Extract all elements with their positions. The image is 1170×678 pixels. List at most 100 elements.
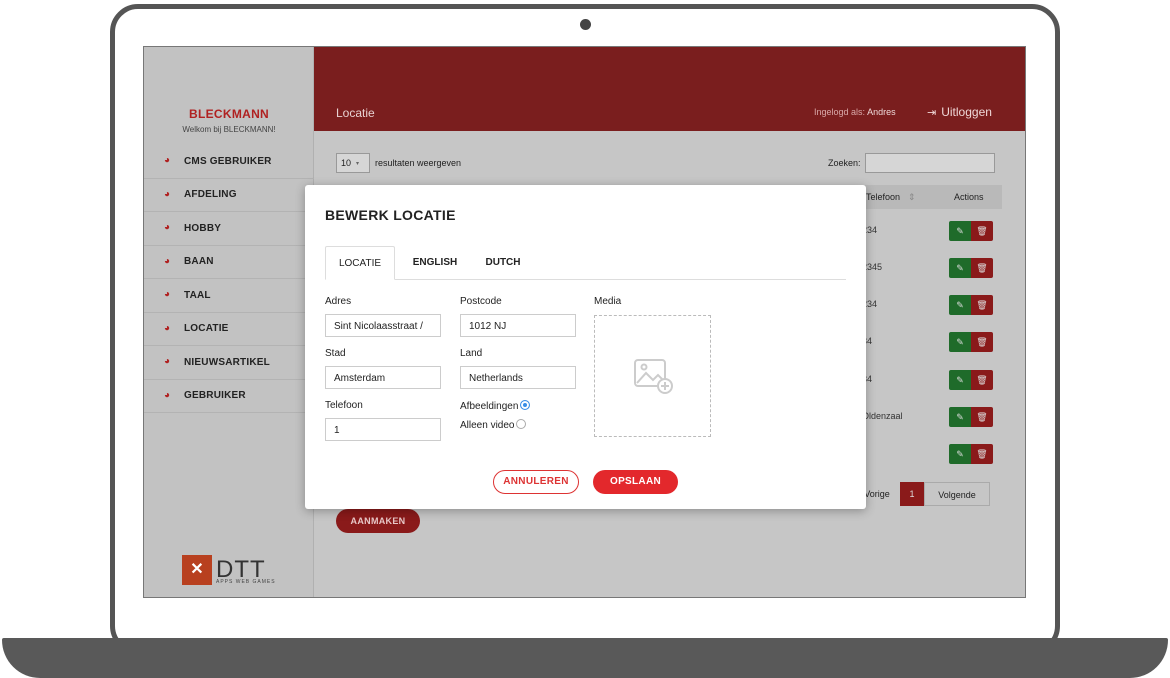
dashboard-icon: ◕: [164, 322, 171, 334]
column-header-phone-label: Telefoon: [866, 192, 901, 202]
sidebar-item-label: BAAN: [184, 256, 214, 268]
page-length-value: 10: [341, 158, 352, 168]
tab-locatie[interactable]: LOCATIE: [325, 246, 395, 280]
chevron-down-icon: ▾: [356, 160, 360, 167]
telefoon-field[interactable]: 1: [325, 418, 441, 441]
row-actions: ✎ 🗑: [949, 407, 993, 427]
create-button[interactable]: AANMAKEN: [336, 509, 420, 533]
page-length-select[interactable]: 10 ▾: [336, 153, 370, 173]
logout-button[interactable]: ⇥ Uitloggen: [927, 105, 992, 119]
sidebar-item-gebruiker[interactable]: ◕ GEBRUIKER: [144, 380, 314, 413]
next-page-button[interactable]: Volgende: [924, 482, 990, 506]
dashboard-icon: ◕: [164, 356, 171, 368]
radio-video[interactable]: Alleen video: [460, 419, 527, 431]
page-1-button[interactable]: 1: [900, 482, 924, 506]
edit-button[interactable]: ✎: [949, 370, 971, 390]
sidebar-item-label: TAAL: [184, 289, 211, 301]
sidebar: BLECKMANN Welkom bij BLECKMANN! ◕ CMS GEB…: [144, 47, 314, 597]
delete-button[interactable]: 🗑: [971, 332, 993, 352]
search-input[interactable]: [864, 153, 995, 173]
dashboard-icon: ◕: [164, 155, 171, 167]
sidebar-item-label: GEBRUIKER: [184, 390, 246, 402]
edit-button[interactable]: ✎: [949, 332, 971, 352]
row-actions: ✎ 🗑: [949, 221, 993, 241]
edit-location-modal: BEWERK LOCATIE LOCATIE ENGLISH DUTCH Adr…: [305, 185, 866, 509]
delete-button[interactable]: 🗑: [971, 370, 993, 390]
dtt-logo-text: DTT: [216, 556, 266, 583]
save-button[interactable]: OPSLAAN: [593, 470, 678, 494]
radio-video-label: Alleen video: [460, 420, 515, 431]
table-cell: Oldenzaal: [862, 411, 903, 421]
telefoon-label: Telefoon: [325, 400, 363, 411]
edit-button[interactable]: ✎: [949, 444, 971, 464]
row-actions: ✎ 🗑: [949, 444, 993, 464]
edit-button[interactable]: ✎: [949, 295, 971, 315]
row-actions: ✎ 🗑: [949, 258, 993, 278]
edit-button[interactable]: ✎: [949, 407, 971, 427]
dtt-logo: ✕ DTT APPS WEB GAMES: [182, 555, 275, 585]
sidebar-item-label: LOCATIE: [184, 323, 229, 335]
sidebar-item-label: CMS GEBRUIKER: [184, 155, 272, 167]
media-dropzone[interactable]: [594, 315, 711, 437]
page-title: Locatie: [336, 106, 375, 120]
dashboard-icon: ◕: [164, 255, 171, 267]
tab-english[interactable]: ENGLISH: [405, 246, 465, 280]
brand-name: BLECKMANN: [188, 107, 270, 121]
laptop-base: [2, 638, 1168, 678]
adres-label: Adres: [325, 296, 352, 307]
delete-button[interactable]: 🗑: [971, 295, 993, 315]
tab-dutch[interactable]: DUTCH: [475, 246, 531, 280]
sidebar-item-nieuwsartikel[interactable]: ◕ NIEUWSARTIKEL: [144, 346, 314, 380]
radio-selected-icon: [520, 400, 531, 410]
app-screen: BLECKMANN Welkom bij BLECKMANN! ◕ CMS GEB…: [143, 46, 1026, 598]
dashboard-icon: ◕: [164, 389, 171, 401]
sidebar-item-hobby[interactable]: ◕ HOBBY: [144, 212, 314, 246]
edit-button[interactable]: ✎: [949, 221, 971, 241]
search-label: Zoeken:: [828, 158, 861, 168]
edit-button[interactable]: ✎: [949, 258, 971, 278]
page-length-label: resultaten weergeven: [375, 158, 462, 168]
postcode-field[interactable]: 1012 NJ: [460, 314, 576, 337]
stad-field[interactable]: Amsterdam: [325, 366, 441, 389]
sidebar-item-taal[interactable]: ◕ TAAL: [144, 279, 314, 313]
postcode-label: Postcode: [460, 296, 502, 307]
row-actions: ✎ 🗑: [949, 332, 993, 352]
top-bar: Locatie Ingelogd als: Andres ⇥ Uitloggen: [314, 47, 1025, 131]
sidebar-item-cms-gebruiker[interactable]: ◕ CMS GEBRUIKER: [144, 145, 314, 179]
delete-button[interactable]: 🗑: [971, 221, 993, 241]
sidebar-item-label: HOBBY: [184, 222, 222, 234]
modal-title: BEWERK LOCATIE: [325, 207, 456, 223]
logged-in-text: Ingelogd als: Andres: [814, 107, 896, 117]
delete-button[interactable]: 🗑: [971, 407, 993, 427]
radio-images[interactable]: Afbeeldingen: [460, 400, 531, 412]
radio-unselected-icon: [516, 419, 527, 429]
cancel-button[interactable]: ANNULEREN: [493, 470, 579, 494]
row-actions: ✎ 🗑: [949, 295, 993, 315]
land-field[interactable]: Netherlands: [460, 366, 576, 389]
dtt-logo-icon: ✕: [182, 555, 212, 585]
adres-field[interactable]: Sint Nicolaasstraat /: [325, 314, 441, 337]
camera-icon: [580, 19, 591, 30]
sign-out-icon: ⇥: [927, 106, 937, 119]
add-image-icon: [634, 359, 673, 394]
welcome-text: Welkom bij BLECKMANN!: [182, 125, 276, 134]
delete-button[interactable]: 🗑: [971, 444, 993, 464]
sidebar-item-baan[interactable]: ◕ BAAN: [144, 246, 314, 279]
stad-label: Stad: [325, 348, 346, 359]
column-header-phone[interactable]: Telefoon ⇕: [866, 192, 916, 203]
sidebar-item-afdeling[interactable]: ◕ AFDELING: [144, 179, 314, 212]
dashboard-icon: ◕: [164, 188, 171, 200]
sidebar-nav: ◕ CMS GEBRUIKER ◕ AFDELING ◕ HOBBY ◕ BAAN ◕ T…: [144, 145, 314, 413]
delete-button[interactable]: 🗑: [971, 258, 993, 278]
sidebar-item-label: AFDELING: [184, 189, 237, 201]
dtt-logo-sub: APPS WEB GAMES: [216, 579, 276, 585]
table-header: Telefoon ⇕ Actions: [844, 185, 1002, 209]
sidebar-item-locatie[interactable]: ◕ LOCATIE: [144, 313, 314, 346]
land-label: Land: [460, 348, 483, 359]
media-label: Media: [594, 296, 622, 307]
page-length: 10 ▾ resultaten weergeven: [336, 153, 461, 173]
sort-icon: ⇕: [908, 192, 916, 202]
search-box: Zoeken:: [828, 153, 995, 173]
dashboard-icon: ◕: [164, 289, 171, 301]
pagination: Vorige 1 Volgende: [854, 482, 990, 506]
